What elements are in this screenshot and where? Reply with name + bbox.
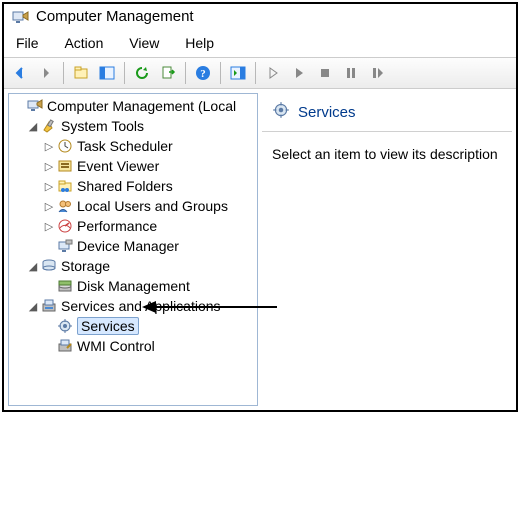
tree-wmi-control[interactable]: WMI Control <box>9 336 257 356</box>
detail-header-title: Services <box>298 104 356 121</box>
tree-system-tools[interactable]: ◢ System Tools <box>9 116 257 136</box>
wmi-control-label: WMI Control <box>77 338 155 354</box>
expanded-twisty-icon[interactable]: ◢ <box>27 120 39 132</box>
tree-pane: Computer Management (Local ◢ System Tool… <box>8 93 258 406</box>
stop-button[interactable] <box>313 61 337 85</box>
disk-management-label: Disk Management <box>77 278 190 294</box>
collapsed-twisty-icon[interactable]: ▷ <box>43 160 55 172</box>
tree-local-users-groups[interactable]: ▷ Local Users and Groups <box>9 196 257 216</box>
play-button[interactable] <box>287 61 311 85</box>
window-title: Computer Management <box>36 8 194 25</box>
detail-body-text: Select an item to view its description <box>262 132 512 176</box>
tree-root-label: Computer Management (Local <box>47 98 236 114</box>
start-service-button[interactable] <box>261 61 285 85</box>
task-scheduler-label: Task Scheduler <box>77 138 173 154</box>
collapsed-twisty-icon[interactable]: ▷ <box>43 140 55 152</box>
up-button[interactable] <box>69 61 93 85</box>
blank-twisty <box>13 100 25 112</box>
tree-performance[interactable]: ▷ Performance <box>9 216 257 236</box>
services-gear-icon <box>57 318 73 334</box>
export-button[interactable] <box>156 61 180 85</box>
pause-button[interactable] <box>339 61 363 85</box>
clock-icon <box>57 138 73 154</box>
console-tree-button[interactable] <box>95 61 119 85</box>
services-label: Services <box>77 317 139 335</box>
titlebar: Computer Management <box>4 4 516 29</box>
refresh-button[interactable] <box>130 61 154 85</box>
restart-button[interactable] <box>365 61 389 85</box>
tree-event-viewer[interactable]: ▷ Event Viewer <box>9 156 257 176</box>
forward-button[interactable] <box>34 61 58 85</box>
menu-help[interactable]: Help <box>179 33 220 53</box>
performance-icon <box>57 218 73 234</box>
toolbar-separator <box>220 62 221 84</box>
tree-device-manager[interactable]: Device Manager <box>9 236 257 256</box>
shared-folders-icon <box>57 178 73 194</box>
expanded-twisty-icon[interactable]: ◢ <box>27 300 39 312</box>
event-viewer-icon <box>57 158 73 174</box>
users-icon <box>57 198 73 214</box>
tree-root[interactable]: Computer Management (Local <box>9 96 257 116</box>
content-area: Computer Management (Local ◢ System Tool… <box>4 89 516 410</box>
performance-label: Performance <box>77 218 157 234</box>
event-viewer-label: Event Viewer <box>77 158 159 174</box>
services-apps-label: Services and Applications <box>61 298 221 314</box>
collapsed-twisty-icon[interactable]: ▷ <box>43 220 55 232</box>
storage-icon <box>41 258 57 274</box>
blank-twisty <box>43 240 55 252</box>
toolbar: ? <box>4 58 516 89</box>
tree-services-applications[interactable]: ◢ Services and Applications <box>9 296 257 316</box>
menu-action[interactable]: Action <box>58 33 109 53</box>
toolbar-separator <box>124 62 125 84</box>
expanded-twisty-icon[interactable]: ◢ <box>27 260 39 272</box>
tree-disk-management[interactable]: Disk Management <box>9 276 257 296</box>
app-icon <box>12 9 30 25</box>
blank-twisty <box>43 320 55 332</box>
wmi-control-icon <box>57 338 73 354</box>
collapsed-twisty-icon[interactable]: ▷ <box>43 180 55 192</box>
menu-file[interactable]: File <box>10 33 45 53</box>
tree-shared-folders[interactable]: ▷ Shared Folders <box>9 176 257 196</box>
help-button[interactable]: ? <box>191 61 215 85</box>
device-manager-label: Device Manager <box>77 238 179 254</box>
device-manager-icon <box>57 238 73 254</box>
local-users-label: Local Users and Groups <box>77 198 228 214</box>
menubar: File Action View Help <box>4 29 516 58</box>
detail-pane: Services Select an item to view its desc… <box>262 93 512 406</box>
disk-management-icon <box>57 278 73 294</box>
tree-services[interactable]: Services <box>9 316 257 336</box>
storage-label: Storage <box>61 258 110 274</box>
toolbar-separator <box>63 62 64 84</box>
shared-folders-label: Shared Folders <box>77 178 173 194</box>
menu-view[interactable]: View <box>123 33 165 53</box>
collapsed-twisty-icon[interactable]: ▷ <box>43 200 55 212</box>
toolbar-separator <box>185 62 186 84</box>
system-tools-icon <box>41 118 57 134</box>
system-tools-label: System Tools <box>61 118 144 134</box>
services-apps-icon <box>41 298 57 314</box>
back-button[interactable] <box>8 61 32 85</box>
blank-twisty <box>43 340 55 352</box>
blank-twisty <box>43 280 55 292</box>
tree-task-scheduler[interactable]: ▷ Task Scheduler <box>9 136 257 156</box>
actionpane-button[interactable] <box>226 61 250 85</box>
app-window: Computer Management File Action View Hel… <box>2 2 518 412</box>
svg-text:?: ? <box>200 68 206 80</box>
toolbar-separator <box>255 62 256 84</box>
computer-management-icon <box>27 98 43 114</box>
services-header-gear-icon <box>272 101 290 123</box>
tree-storage[interactable]: ◢ Storage <box>9 256 257 276</box>
detail-header: Services <box>262 93 512 132</box>
